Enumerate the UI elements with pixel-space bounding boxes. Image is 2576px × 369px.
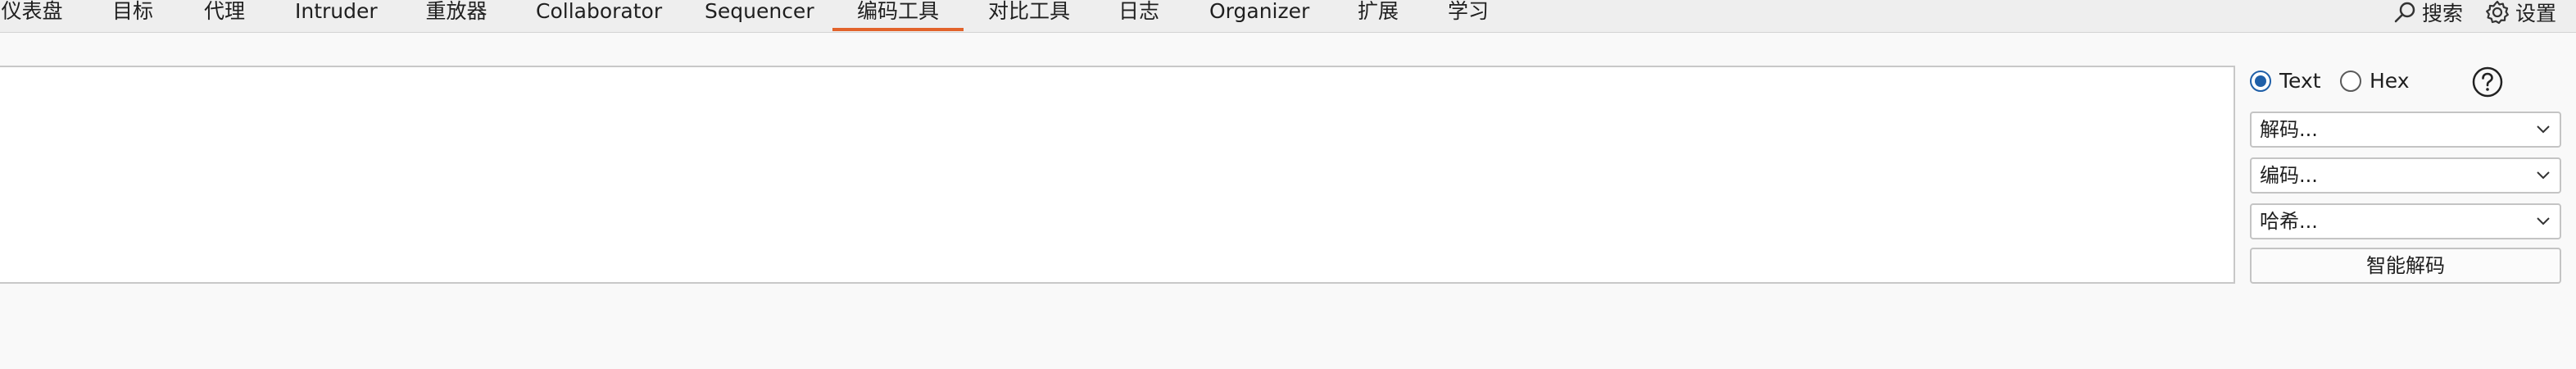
radio-unchecked-icon bbox=[2340, 70, 2361, 92]
mode-selector: Text Hex bbox=[2250, 66, 2565, 98]
main-tab-bar: 仪表盘 目标 代理 Intruder 重放器 Collaborator Sequ… bbox=[0, 0, 2576, 33]
help-icon[interactable] bbox=[2471, 66, 2504, 98]
search-icon bbox=[2394, 2, 2415, 23]
decode-as-select[interactable]: 解码... bbox=[2250, 112, 2561, 148]
encode-as-select[interactable]: 编码... bbox=[2250, 157, 2561, 194]
settings-label: 设置 bbox=[2515, 2, 2557, 25]
hex-mode-radio[interactable]: Hex bbox=[2340, 69, 2410, 93]
decode-as-label: 解码... bbox=[2260, 118, 2318, 141]
tab-decoder[interactable]: 编码工具 bbox=[832, 0, 964, 31]
tab-dashboard[interactable]: 仪表盘 bbox=[0, 0, 64, 31]
tab-target[interactable]: 目标 bbox=[111, 0, 154, 31]
hex-mode-label: Hex bbox=[2370, 69, 2410, 93]
text-mode-radio[interactable]: Text bbox=[2250, 69, 2321, 93]
tab-learn[interactable]: 学习 bbox=[1447, 0, 1490, 31]
smart-decode-button[interactable]: 智能解码 bbox=[2250, 248, 2561, 284]
encode-as-label: 编码... bbox=[2260, 164, 2318, 187]
tab-extensions[interactable]: 扩展 bbox=[1357, 0, 1399, 31]
tab-proxy[interactable]: 代理 bbox=[203, 0, 246, 31]
tab-collaborator[interactable]: Collaborator bbox=[536, 0, 662, 31]
tab-comparer[interactable]: 对比工具 bbox=[988, 0, 1070, 31]
search-button[interactable]: 搜索 bbox=[2392, 0, 2463, 25]
settings-button[interactable]: 设置 bbox=[2484, 0, 2556, 25]
tab-sequencer[interactable]: Sequencer bbox=[705, 0, 814, 31]
chevron-down-icon bbox=[2537, 171, 2550, 180]
gear-icon bbox=[2486, 0, 2509, 25]
chevron-down-icon bbox=[2537, 125, 2550, 134]
search-label: 搜索 bbox=[2422, 2, 2464, 25]
tab-repeater[interactable]: 重放器 bbox=[424, 0, 488, 31]
tab-logger[interactable]: 日志 bbox=[1118, 0, 1160, 31]
chevron-down-icon bbox=[2537, 217, 2550, 226]
tab-organizer[interactable]: Organizer bbox=[1209, 0, 1309, 31]
radio-checked-icon bbox=[2250, 70, 2271, 92]
decoder-page: 仪表盘 目标 代理 Intruder 重放器 Collaborator Sequ… bbox=[0, 0, 2576, 369]
hash-label: 哈希... bbox=[2260, 210, 2318, 233]
decoder-controls: Text Hex 解码... 编码... 哈希... 智能解码 bbox=[2250, 66, 2565, 284]
decoder-text-area[interactable] bbox=[0, 66, 2235, 284]
text-mode-label: Text bbox=[2279, 69, 2321, 93]
hash-select[interactable]: 哈希... bbox=[2250, 203, 2561, 239]
tab-intruder[interactable]: Intruder bbox=[295, 0, 378, 31]
decoder-input[interactable] bbox=[0, 67, 2234, 282]
